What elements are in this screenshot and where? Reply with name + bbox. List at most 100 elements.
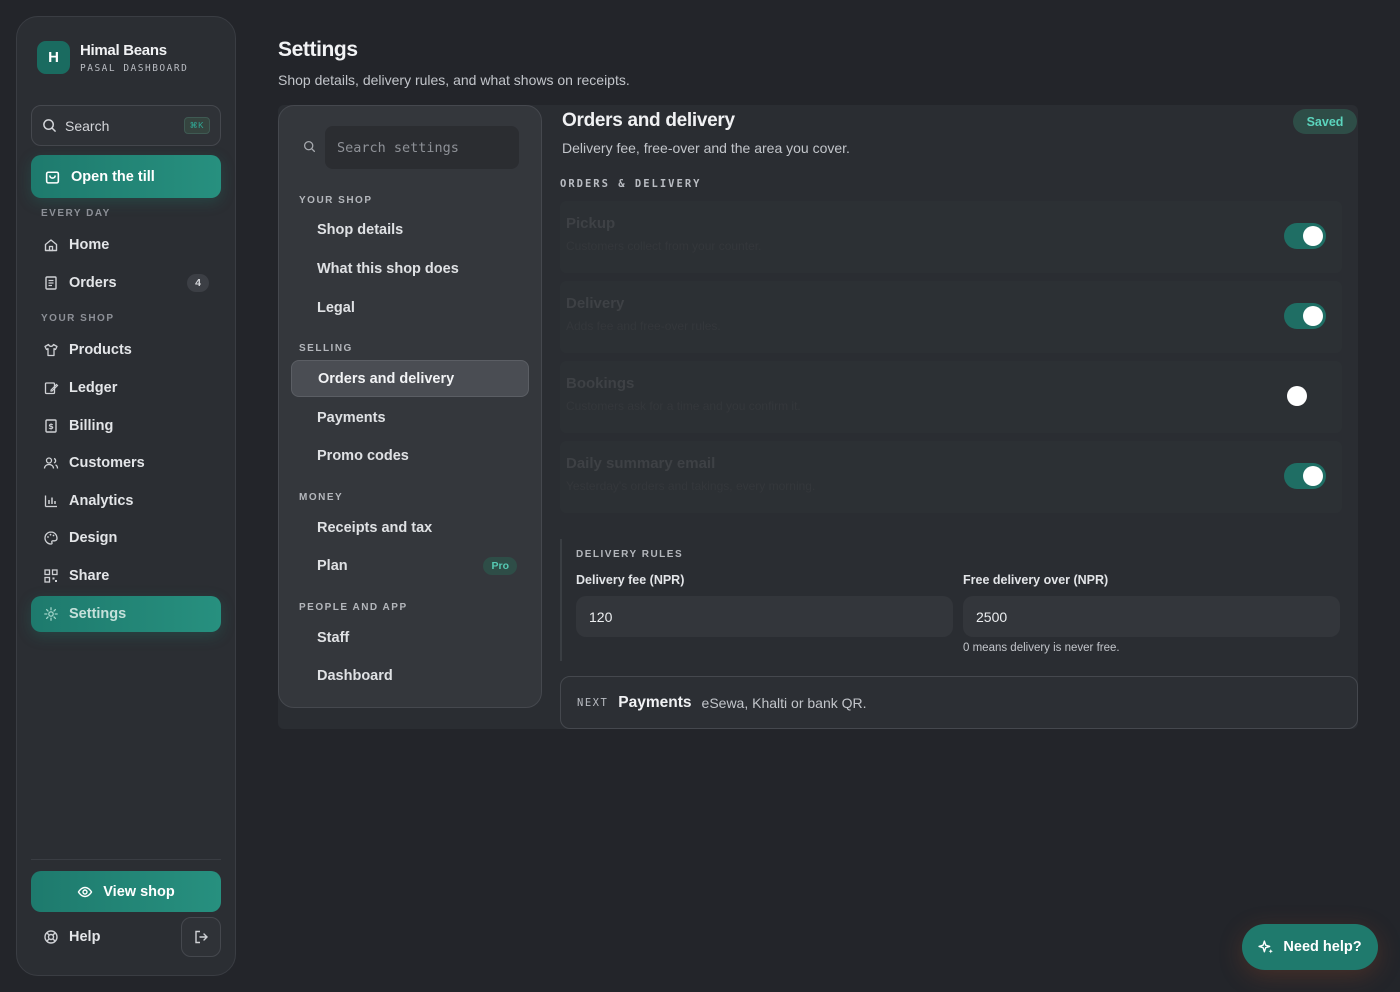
home-icon [44, 239, 58, 252]
toggle-knob [1303, 466, 1323, 486]
bookings-toggle[interactable] [1284, 383, 1326, 409]
settings-section-money: MONEY [299, 492, 344, 503]
sidebar-item-label: Home [69, 237, 110, 253]
settings-item-staff[interactable]: Staff [291, 619, 529, 656]
palette-icon [44, 531, 58, 545]
sidebar-item-label: Products [69, 342, 132, 358]
toggle-knob [1287, 386, 1307, 406]
settings-item-receipts-and-tax[interactable]: Receipts and tax [291, 509, 529, 546]
chart-icon [44, 495, 57, 508]
lifebuoy-icon [44, 930, 58, 944]
free-delivery-over-input[interactable]: 2500 [963, 596, 1340, 637]
page-subtitle: Shop details, delivery rules, and what s… [278, 72, 630, 88]
settings-item-plan[interactable]: Plan Pro [291, 547, 529, 584]
next-tag: NEXT [577, 696, 609, 709]
sidebar-item-label: Settings [69, 606, 127, 622]
settings-item-what-this-shop-does[interactable]: What this shop does [291, 250, 529, 287]
settings-section-people-and-app: PEOPLE AND APP [299, 602, 408, 613]
toggle-title: Daily summary email [566, 455, 716, 472]
brand-name: Himal Beans [80, 41, 167, 59]
toggle-row-delivery: Delivery Adds fee and free-over rules. [560, 281, 1342, 353]
sidebar-item-label: Orders [69, 275, 117, 291]
view-shop-label: View shop [103, 883, 175, 900]
sidebar-item-home[interactable]: Home [31, 227, 221, 263]
toggle-knob [1303, 226, 1323, 246]
users-icon [43, 457, 59, 469]
delivery-toggle[interactable] [1284, 303, 1326, 329]
next-description: eSewa, Khalti or bank QR. [701, 694, 867, 711]
sidebar-item-label: Billing [69, 418, 114, 434]
help-label: Help [69, 929, 101, 945]
sidebar-item-ledger[interactable]: Ledger [31, 370, 221, 406]
logout-icon [195, 930, 208, 944]
next-section-card[interactable]: NEXT Payments eSewa, Khalti or bank QR. [560, 676, 1358, 729]
settings-item-payments[interactable]: Payments [291, 399, 529, 436]
next-title: Payments [618, 693, 692, 711]
toggle-row-pickup: Pickup Customers collect from your count… [560, 201, 1342, 273]
pickup-toggle[interactable] [1284, 223, 1326, 249]
toggle-description: Customers ask for a time and you confirm… [566, 399, 801, 413]
brand-subtitle: PASAL DASHBOARD [80, 62, 189, 74]
open-till-label: Open the till [71, 168, 155, 185]
delivery-fee-input[interactable]: 120 [576, 596, 953, 637]
edit-icon [44, 382, 59, 395]
sidebar-item-label: Ledger [69, 380, 118, 396]
eye-icon [77, 886, 93, 897]
toggle-description: Yesterday's orders and takings, every mo… [566, 479, 816, 493]
toggle-title: Pickup [566, 215, 616, 232]
toggle-title: Bookings [566, 375, 635, 392]
sidebar-item-design[interactable]: Design [31, 520, 221, 556]
sidebar-item-billing[interactable]: $ Billing [31, 408, 221, 444]
saved-status-badge: Saved [1293, 109, 1357, 134]
settings-item-orders-and-delivery[interactable]: Orders and delivery [291, 360, 529, 397]
sidebar-item-orders[interactable]: Orders 4 [31, 265, 221, 301]
toggle-description: Adds fee and free-over rules. [566, 319, 721, 333]
sidebar-item-label: Share [69, 568, 110, 584]
logout-button[interactable] [181, 917, 221, 957]
daily-summary-toggle[interactable] [1284, 463, 1326, 489]
toggle-title: Delivery [566, 295, 625, 312]
search-shortcut: ⌘K [183, 117, 210, 134]
qr-icon [44, 569, 58, 583]
section-every-day: EVERY DAY [41, 208, 111, 219]
free-delivery-hint: 0 means delivery is never free. [963, 642, 1120, 654]
shirt-icon [44, 343, 58, 357]
settings-item-promo-codes[interactable]: Promo codes [291, 437, 529, 474]
settings-search-input[interactable]: Search settings [325, 126, 519, 169]
section-your-shop: YOUR SHOP [41, 313, 115, 324]
sidebar-divider [31, 859, 221, 860]
delivery-rules-accent-bar [560, 539, 562, 661]
sidebar-item-settings[interactable]: Settings [31, 596, 221, 632]
sidebar-item-products[interactable]: Products [31, 332, 221, 368]
view-shop-button[interactable]: View shop [31, 871, 221, 912]
sidebar: H Himal Beans PASAL DASHBOARD Search ⌘K … [16, 16, 236, 976]
sidebar-item-analytics[interactable]: Analytics [31, 483, 221, 519]
brand-logo: H [37, 41, 70, 74]
settings-item-shop-details[interactable]: Shop details [291, 211, 529, 248]
sparkle-icon [1258, 939, 1274, 953]
receipt-icon [45, 276, 57, 290]
brand[interactable]: H Himal Beans PASAL DASHBOARD [37, 41, 188, 74]
page-title: Settings [278, 38, 358, 61]
sidebar-item-label: Customers [69, 455, 145, 471]
orders-count-badge: 4 [187, 274, 209, 292]
sidebar-item-share[interactable]: Share [31, 558, 221, 594]
need-help-button[interactable]: Need help? [1242, 924, 1378, 970]
settings-item-dashboard[interactable]: Dashboard [291, 657, 529, 694]
bill-icon: $ [45, 419, 57, 433]
sidebar-item-customers[interactable]: Customers [31, 445, 221, 481]
toggle-row-bookings: Bookings Customers ask for a time and yo… [560, 361, 1342, 433]
bag-icon [45, 171, 60, 184]
sidebar-search[interactable]: Search ⌘K [31, 105, 221, 146]
search-icon [43, 119, 56, 132]
settings-item-legal[interactable]: Legal [291, 289, 529, 326]
open-till-button[interactable]: Open the till [31, 155, 221, 198]
svg-text:$: $ [48, 422, 54, 431]
free-delivery-over-label: Free delivery over (NPR) [963, 573, 1109, 587]
toggle-row-daily-summary: Daily summary email Yesterday's orders a… [560, 441, 1342, 513]
panel-subtitle: Delivery fee, free-over and the area you… [562, 140, 850, 156]
need-help-label: Need help? [1283, 939, 1362, 955]
search-icon [303, 140, 316, 153]
sidebar-item-label: Analytics [69, 493, 134, 509]
toggle-description: Customers collect from your counter. [566, 239, 762, 253]
